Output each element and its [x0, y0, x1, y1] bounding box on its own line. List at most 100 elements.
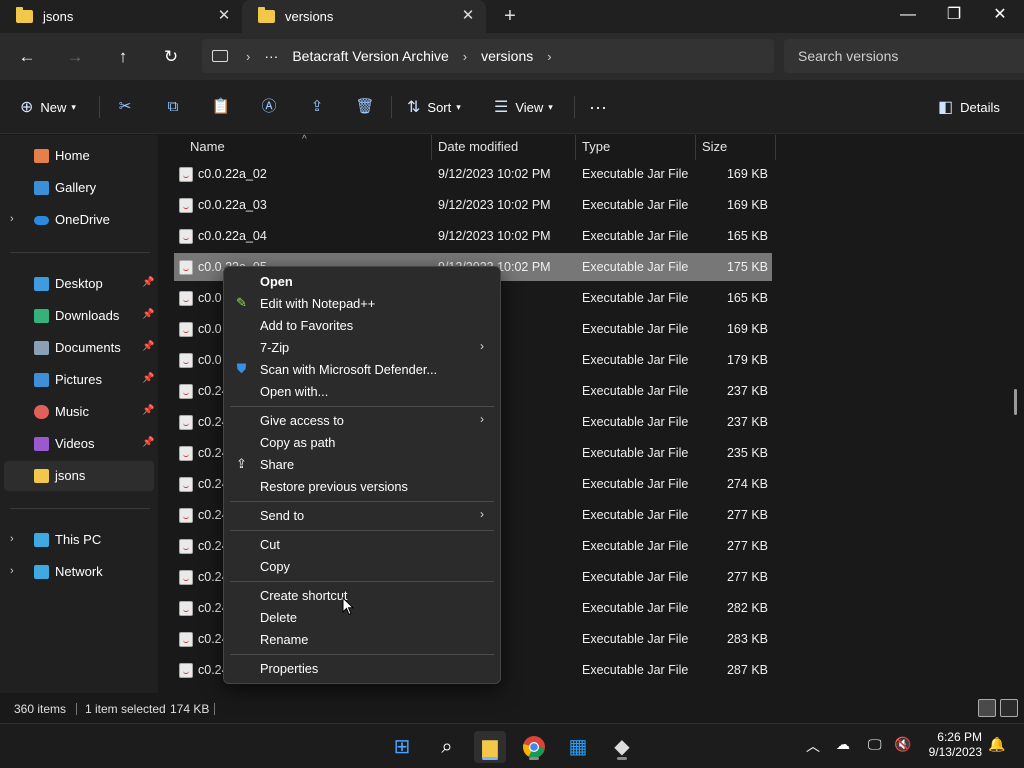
- close-tab-icon[interactable]: ✕: [216, 8, 232, 24]
- menu-item-7zip[interactable]: 7-Zip ›: [228, 336, 496, 358]
- sidebar-item-music[interactable]: Music 📌: [0, 397, 156, 427]
- menu-item-label: Copy as path: [260, 435, 336, 450]
- search-icon[interactable]: ⌕: [431, 731, 463, 763]
- sidebar-item-label: Gallery: [55, 180, 97, 195]
- close-tab-icon[interactable]: ✕: [460, 8, 476, 24]
- table-row[interactable]: c0.0.22a_04 9/12/2023 10:02 PM Executable …: [174, 222, 772, 250]
- menu-item-create-shortcut[interactable]: Create shortcut: [228, 584, 496, 606]
- sidebar-item-desktop[interactable]: Desktop 📌: [0, 269, 156, 299]
- column-divider[interactable]: [431, 135, 432, 160]
- menu-item-cut[interactable]: Cut: [228, 533, 496, 555]
- sidebar-item-videos[interactable]: Videos 📌: [0, 429, 156, 459]
- back-button[interactable]: ←: [13, 43, 41, 71]
- file-size: 235 KB: [726, 446, 768, 460]
- column-header-name[interactable]: Name: [190, 135, 225, 160]
- paste-icon[interactable]: 📋: [210, 96, 232, 118]
- cut-icon[interactable]: ✂: [114, 96, 136, 118]
- search-input[interactable]: Search versions: [784, 39, 1024, 73]
- chevron-right-icon[interactable]: ›: [10, 533, 14, 545]
- file-explorer-taskbar-icon[interactable]: ▆: [474, 731, 506, 763]
- menu-item-open-with[interactable]: Open with...: [228, 380, 496, 402]
- column-header-size[interactable]: Size: [702, 135, 727, 160]
- sidebar-item-network[interactable]: › Network: [0, 557, 156, 587]
- breadcrumb-archive[interactable]: Betacraft Version Archive: [292, 48, 448, 64]
- menu-item-give-access[interactable]: Give access to ›: [228, 409, 496, 431]
- network-tray-icon[interactable]: 🖵: [868, 736, 882, 753]
- sidebar-item-gallery[interactable]: Gallery: [0, 173, 156, 203]
- pin-icon: 📌: [142, 309, 155, 320]
- sidebar-item-this-pc[interactable]: › This PC: [0, 525, 156, 555]
- menu-item-copy-as-path[interactable]: Copy as path: [228, 431, 496, 453]
- tab-label: jsons: [43, 9, 74, 24]
- more-crumbs-icon[interactable]: ···: [264, 48, 278, 64]
- file-size: 169 KB: [726, 198, 768, 212]
- menu-item-share[interactable]: ⇪ Share: [228, 453, 496, 475]
- menu-item-add-favorites[interactable]: Add to Favorites: [228, 314, 496, 336]
- file-type: Executable Jar File: [582, 322, 689, 336]
- notification-bell-icon[interactable]: 🔔: [988, 736, 1005, 753]
- show-hidden-icons-icon[interactable]: ︿: [806, 736, 820, 756]
- close-window-button[interactable]: ✕: [977, 0, 1023, 33]
- sidebar-item-downloads[interactable]: Downloads 📌: [0, 301, 156, 331]
- tab-versions[interactable]: versions ✕: [242, 0, 486, 33]
- onedrive-tray-icon[interactable]: ☁: [836, 736, 850, 753]
- sort-button[interactable]: ⇅ Sort ▾: [407, 94, 461, 120]
- clock-date: 9/13/2023: [928, 745, 982, 759]
- column-divider[interactable]: [575, 135, 576, 160]
- details-button[interactable]: ◧ Details: [938, 94, 1000, 120]
- refresh-button[interactable]: ↻: [157, 43, 185, 71]
- roblox-taskbar-icon[interactable]: ◆: [606, 731, 638, 763]
- menu-item-open[interactable]: Open: [228, 270, 496, 292]
- menu-item-copy[interactable]: Copy: [228, 555, 496, 577]
- jar-file-icon: [179, 415, 193, 430]
- menu-item-rename[interactable]: Rename: [228, 628, 496, 650]
- tiles-view-button[interactable]: [1000, 699, 1018, 717]
- menu-item-label: Share: [260, 457, 295, 472]
- new-button[interactable]: ⊕ New ▾: [20, 94, 76, 120]
- copy-icon[interactable]: ⧉: [162, 96, 184, 118]
- file-size: 179 KB: [726, 353, 768, 367]
- tab-jsons[interactable]: jsons ✕: [0, 0, 242, 33]
- column-divider[interactable]: [695, 135, 696, 160]
- forward-button[interactable]: →: [61, 43, 89, 71]
- sidebar-item-onedrive[interactable]: › OneDrive: [0, 205, 156, 235]
- address-bar[interactable]: › ··· Betacraft Version Archive › versio…: [202, 39, 774, 73]
- up-button[interactable]: ↑: [109, 43, 137, 71]
- sidebar-item-documents[interactable]: Documents 📌: [0, 333, 156, 363]
- chevron-right-icon[interactable]: ›: [10, 565, 14, 577]
- menu-item-send-to[interactable]: Send to ›: [228, 504, 496, 526]
- column-header-type[interactable]: Type: [582, 135, 610, 160]
- more-options-button[interactable]: ···: [589, 94, 607, 120]
- sidebar-item-home[interactable]: Home: [0, 141, 156, 171]
- share-icon[interactable]: ⇪: [306, 96, 328, 118]
- minimize-button[interactable]: —: [885, 0, 931, 33]
- menu-item-properties[interactable]: Properties: [228, 657, 496, 679]
- start-button[interactable]: ⊞: [386, 731, 418, 763]
- menu-item-restore-versions[interactable]: Restore previous versions: [228, 475, 496, 497]
- column-header-date[interactable]: Date modified: [438, 135, 518, 160]
- sidebar-item-pictures[interactable]: Pictures 📌: [0, 365, 156, 395]
- details-view-button[interactable]: [978, 699, 996, 717]
- menu-item-delete[interactable]: Delete: [228, 606, 496, 628]
- chevron-right-icon[interactable]: ›: [10, 213, 14, 225]
- view-button[interactable]: ☰ View ▾: [494, 94, 553, 120]
- table-row[interactable]: c0.0.22a_02 9/12/2023 10:02 PM Executable …: [174, 160, 772, 188]
- menu-item-label: Add to Favorites: [260, 318, 354, 333]
- volume-muted-icon[interactable]: 🔇: [894, 736, 911, 753]
- new-tab-button[interactable]: +: [500, 6, 520, 26]
- store-taskbar-icon[interactable]: ▦: [562, 731, 594, 763]
- status-bar: 360 items 1 item selected 174 KB: [0, 693, 1024, 723]
- scrollbar-thumb[interactable]: [1014, 389, 1017, 415]
- breadcrumb-versions[interactable]: versions: [481, 48, 533, 64]
- menu-item-scan-defender[interactable]: ⛊ Scan with Microsoft Defender...: [228, 358, 496, 380]
- system-clock[interactable]: 6:26 PM 9/13/2023: [920, 730, 982, 760]
- rename-icon[interactable]: Ⓐ: [258, 96, 280, 118]
- menu-item-edit-notepadpp[interactable]: ✎ Edit with Notepad++: [228, 292, 496, 314]
- sidebar-item-jsons[interactable]: jsons: [4, 461, 154, 491]
- chrome-taskbar-icon[interactable]: [518, 731, 550, 763]
- column-divider[interactable]: [775, 135, 776, 160]
- maximize-button[interactable]: ❐: [931, 0, 977, 33]
- pin-icon: 📌: [142, 277, 155, 288]
- table-row[interactable]: c0.0.22a_03 9/12/2023 10:02 PM Executable …: [174, 191, 772, 219]
- delete-icon[interactable]: 🗑: [354, 96, 376, 118]
